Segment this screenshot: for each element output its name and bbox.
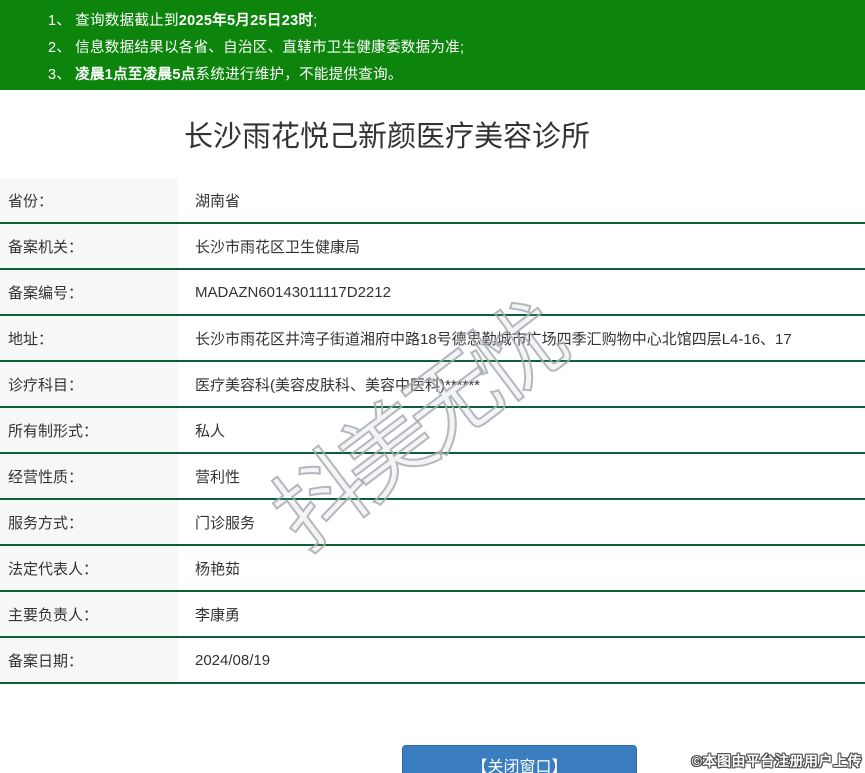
- filing-detail-page: 1、查询数据截止到2025年5月25日23时; 2、信息数据结果以各省、自治区、…: [0, 0, 865, 773]
- field-label: 经营性质：: [0, 454, 178, 498]
- table-row-business-nature: 经营性质： 营利性: [0, 454, 865, 500]
- field-value: 营利性: [178, 454, 865, 498]
- field-value: 杨艳茹: [178, 546, 865, 590]
- notice-line-3: 3、凌晨1点至凌晨5点系统进行维护，不能提供查询。: [48, 62, 865, 89]
- field-value: 私人: [178, 408, 865, 452]
- field-label: 省份：: [0, 178, 178, 222]
- field-label: 备案日期：: [0, 638, 178, 682]
- table-row-ownership: 所有制形式： 私人: [0, 408, 865, 454]
- field-label: 主要负责人：: [0, 592, 178, 636]
- clinic-title: 长沙雨花悦己新颜医疗美容诊所: [0, 116, 774, 158]
- field-label: 地址：: [0, 316, 178, 360]
- notice-text: 查询数据截止到: [75, 13, 179, 29]
- field-label: 诊疗科目：: [0, 362, 178, 406]
- table-row-filing-number: 备案编号： MADAZN60143011117D2212: [0, 270, 865, 316]
- field-value: 长沙市雨花区卫生健康局: [178, 224, 865, 268]
- notice-bold-text: 凌晨1点至凌晨5点: [75, 67, 195, 83]
- field-value: 门诊服务: [178, 500, 865, 544]
- field-value: MADAZN60143011117D2212: [178, 270, 865, 314]
- close-window-button[interactable]: 【关闭窗口】: [402, 745, 637, 773]
- field-label: 法定代表人：: [0, 546, 178, 590]
- notice-text: 信息数据结果以各省、自治区、直辖市卫生健康委数据为准;: [75, 40, 464, 56]
- notice-number: 1、: [48, 13, 71, 29]
- table-row-medical-subjects: 诊疗科目： 医疗美容科(美容皮肤科、美容中医科)******: [0, 362, 865, 408]
- notice-text: 系统进行维护，不能提供查询。: [196, 67, 403, 83]
- field-label: 服务方式：: [0, 500, 178, 544]
- table-row-service-mode: 服务方式： 门诊服务: [0, 500, 865, 546]
- notice-line-1: 1、查询数据截止到2025年5月25日23时;: [48, 8, 865, 35]
- field-value: 医疗美容科(美容皮肤科、美容中医科)******: [178, 362, 865, 406]
- table-row-legal-representative: 法定代表人： 杨艳茹: [0, 546, 865, 592]
- notice-bold-text: 2025年5月25日23时: [179, 13, 313, 29]
- notice-number: 3、: [48, 67, 71, 83]
- notice-bar: 1、查询数据截止到2025年5月25日23时; 2、信息数据结果以各省、自治区、…: [0, 0, 865, 90]
- table-row-filing-date: 备案日期： 2024/08/19: [0, 638, 865, 684]
- table-row-principal: 主要负责人： 李康勇: [0, 592, 865, 638]
- field-value: 李康勇: [178, 592, 865, 636]
- table-row-filing-authority: 备案机关： 长沙市雨花区卫生健康局: [0, 224, 865, 270]
- table-row-address: 地址： 长沙市雨花区井湾子街道湘府中路18号德思勤城市广场四季汇购物中心北馆四层…: [0, 316, 865, 362]
- filing-info-table: 省份： 湖南省 备案机关： 长沙市雨花区卫生健康局 备案编号： MADAZN60…: [0, 178, 865, 684]
- field-value: 湖南省: [178, 178, 865, 222]
- field-value: 2024/08/19: [178, 638, 865, 682]
- copyright-note: ©本图由平台注册用户上传: [692, 751, 862, 771]
- table-row-province: 省份： 湖南省: [0, 178, 865, 224]
- notice-number: 2、: [48, 40, 71, 56]
- notice-line-2: 2、信息数据结果以各省、自治区、直辖市卫生健康委数据为准;: [48, 35, 865, 62]
- field-value: 长沙市雨花区井湾子街道湘府中路18号德思勤城市广场四季汇购物中心北馆四层L4-1…: [178, 316, 865, 360]
- field-label: 备案机关：: [0, 224, 178, 268]
- field-label: 备案编号：: [0, 270, 178, 314]
- field-label: 所有制形式：: [0, 408, 178, 452]
- notice-text: ;: [313, 13, 317, 29]
